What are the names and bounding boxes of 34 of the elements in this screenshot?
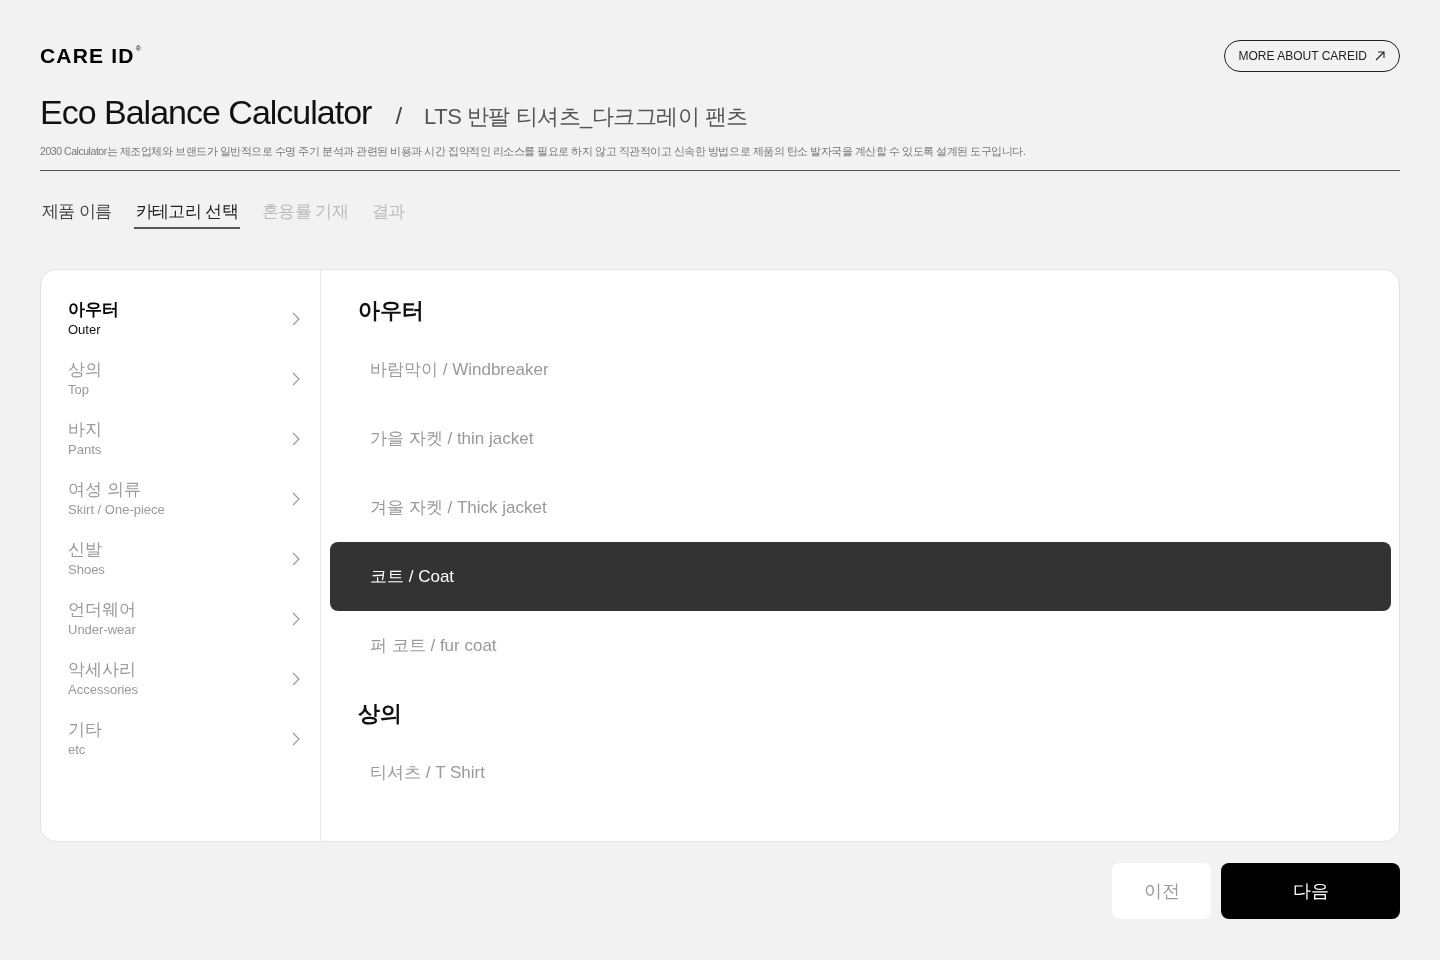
chevron-right-icon: [292, 672, 300, 686]
category-item[interactable]: 바지 Pants: [41, 409, 320, 469]
option-item[interactable]: 퍼 코트 / fur coat: [330, 611, 1391, 680]
category-item[interactable]: 기타 etc: [41, 709, 320, 769]
step-tab[interactable]: 제품 이름: [40, 195, 114, 229]
category-item[interactable]: 아우터 Outer: [41, 289, 320, 349]
logo: CARE ID: [40, 45, 135, 67]
option-item[interactable]: 겨울 자켓 / Thick jacket: [330, 473, 1391, 542]
arrow-up-right-icon: [1375, 51, 1385, 61]
previous-button[interactable]: 이전: [1112, 863, 1211, 919]
title-separator: /: [395, 102, 403, 130]
next-button[interactable]: 다음: [1221, 863, 1400, 919]
chevron-right-icon: [292, 372, 300, 386]
option-item[interactable]: 코트 / Coat: [330, 542, 1391, 611]
page-title: Eco Balance Calculator: [40, 92, 372, 133]
section-heading: 상의: [358, 700, 403, 728]
chevron-right-icon: [292, 552, 300, 566]
category-item[interactable]: 악세사리 Accessories: [41, 649, 320, 709]
category-item[interactable]: 언더웨어 Under-wear: [41, 589, 320, 649]
section-heading: 아우터: [358, 297, 425, 325]
category-item[interactable]: 신발 Shoes: [41, 529, 320, 589]
chevron-right-icon: [292, 492, 300, 506]
chevron-right-icon: [292, 732, 300, 746]
description-text: 2030 Calculator는 제조업체와 브랜드가 일반적으로 수명 주기 분석과 관련된 비용과 시간 집약적인 리소스를 필요로 하지 않고 직관적이고 신속한 방법으로 제품의 탄소 발자국을 계산할 수 있도록 설계된 도구입니다.: [40, 144, 1027, 159]
option-item[interactable]: 바람막이 / Windbreaker: [330, 335, 1391, 404]
category-item[interactable]: 여성 의류 Skirt / One-piece: [41, 469, 320, 529]
chevron-right-icon: [292, 312, 300, 326]
category-item[interactable]: 상의 Top: [41, 349, 320, 409]
chevron-right-icon: [292, 612, 300, 626]
option-item[interactable]: 티셔츠 / T Shirt: [330, 738, 1391, 807]
option-item[interactable]: 가을 자켓 / thin jacket: [330, 404, 1391, 473]
product-name: LTS 반팔 티셔츠_다크그레이 팬츠: [424, 103, 748, 131]
step-tab[interactable]: 카테고리 선택: [133, 195, 240, 229]
chevron-right-icon: [292, 432, 300, 446]
